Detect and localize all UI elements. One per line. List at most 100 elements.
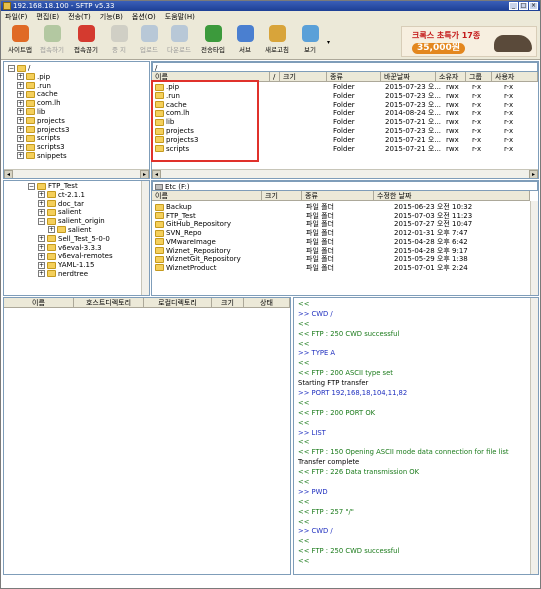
scroll-right-icon[interactable]: ▸ xyxy=(529,170,538,178)
expand-icon[interactable]: + xyxy=(38,252,45,260)
transfer-type-button[interactable]: 전송타입 xyxy=(198,25,228,58)
tree-item[interactable]: + salient xyxy=(18,208,113,217)
table-row[interactable]: Backup 파일 폴더 2015-06-23 오전 10:32 xyxy=(152,203,530,212)
tree-item[interactable]: + com.lh xyxy=(8,99,69,108)
tree-item-root[interactable]: − / xyxy=(8,64,69,73)
scroll-right-icon[interactable]: ▸ xyxy=(140,170,149,178)
refresh-button[interactable]: 새로고침 xyxy=(262,25,292,58)
table-row[interactable]: Wiznet_Repository 파일 폴더 2015-04-28 오후 9:17 xyxy=(152,247,530,256)
tree-item[interactable]: + scripts3 xyxy=(8,143,69,152)
menu-functions[interactable]: 기능(B) xyxy=(100,11,123,23)
table-row[interactable]: FTP_Test 파일 폴더 2015-07-03 오전 11:23 xyxy=(152,212,530,221)
menu-help[interactable]: 도움말(H) xyxy=(165,11,195,23)
stop-button[interactable]: 중 지 xyxy=(104,25,134,58)
tree-item[interactable]: + projects3 xyxy=(8,126,69,135)
local-file-list[interactable]: Etc (F:) 이름 크기 종류 수정한 날짜 Backup 파일 폴더 2015-06… xyxy=(151,180,539,296)
column-header[interactable]: 크기 xyxy=(280,72,327,82)
column-header[interactable]: 소유자 xyxy=(436,72,466,82)
disconnect-button[interactable]: 접속끊기 xyxy=(71,25,101,58)
expand-icon[interactable]: + xyxy=(17,152,24,160)
view-button[interactable]: 보기 xyxy=(295,25,325,58)
table-row[interactable]: GitHub_Repository 파일 폴더 2015-07-27 오전 10:4… xyxy=(152,220,530,229)
tree-item[interactable]: + .pip xyxy=(8,73,69,82)
table-row[interactable]: WiznetProduct 파일 폴더 2015-07-01 오후 2:24 xyxy=(152,264,530,273)
column-header[interactable]: 그룹 xyxy=(466,72,492,82)
column-header[interactable]: 이름 xyxy=(152,191,262,201)
log-panel[interactable]: << >> CWD / << << FTP : 250 CWD successful <… xyxy=(293,297,539,575)
scroll-left-icon[interactable]: ◂ xyxy=(152,170,161,178)
column-header[interactable]: / xyxy=(270,72,280,82)
tree-item[interactable]: + cache xyxy=(8,90,69,99)
collapse-icon[interactable]: − xyxy=(28,182,35,190)
tree-item[interactable]: + projects xyxy=(8,117,69,126)
expand-icon[interactable]: + xyxy=(38,235,45,243)
close-button[interactable]: × xyxy=(529,2,538,10)
expand-icon[interactable]: + xyxy=(17,73,24,81)
remote-list-hscroll[interactable]: ◂ ▸ xyxy=(152,169,538,178)
download-button[interactable]: 다운로드 xyxy=(164,25,194,58)
expand-icon[interactable]: + xyxy=(17,143,24,151)
column-header[interactable]: 호스트디렉토리 xyxy=(74,298,144,308)
tree-item[interactable]: − FTP_Test xyxy=(18,182,113,191)
server-button[interactable]: 서브 xyxy=(230,25,260,58)
column-header[interactable]: 사용자 xyxy=(492,72,538,82)
column-header[interactable]: 로컬디렉토리 xyxy=(144,298,212,308)
collapse-icon[interactable]: − xyxy=(38,217,45,225)
tree-item[interactable]: + nerdtree xyxy=(18,270,113,279)
column-header[interactable]: 수정한 날짜 xyxy=(374,191,530,201)
tree-item[interactable]: + snippets xyxy=(8,152,69,161)
expand-icon[interactable]: + xyxy=(48,226,55,234)
tree-item[interactable]: + v6eval-remotes xyxy=(18,252,113,261)
local-list-vscroll[interactable] xyxy=(530,201,538,295)
tree-item[interactable]: + doc_tar xyxy=(18,200,113,209)
ad-banner[interactable]: 크록스 초특가 17종 35,000원 xyxy=(401,26,537,57)
tree-item[interactable]: + .run xyxy=(8,82,69,91)
expand-icon[interactable]: + xyxy=(17,82,24,90)
menu-file[interactable]: 파일(F) xyxy=(5,11,27,23)
tree-item[interactable]: − salient_origin xyxy=(18,217,113,226)
tree-item[interactable]: + salient xyxy=(18,226,113,235)
expand-icon[interactable]: + xyxy=(38,244,45,252)
expand-icon[interactable]: + xyxy=(17,126,24,134)
menu-transfer[interactable]: 전송(T) xyxy=(68,11,91,23)
menu-options[interactable]: 옵션(O) xyxy=(132,11,156,23)
column-header[interactable]: 종류 xyxy=(302,191,374,201)
expand-icon[interactable]: + xyxy=(17,108,24,116)
menu-edit[interactable]: 편집(E) xyxy=(36,11,59,23)
view-dropdown-arrow-icon[interactable]: ▾ xyxy=(327,39,330,46)
tree-item[interactable]: + scripts xyxy=(8,134,69,143)
local-tree-vscroll[interactable] xyxy=(141,181,149,295)
transfer-queue[interactable]: 이름 호스트디렉토리 로컬디렉토리 크기 상태 xyxy=(3,297,291,575)
tree-item[interactable]: + lib xyxy=(8,108,69,117)
column-header[interactable]: 상태 xyxy=(244,298,290,308)
expand-icon[interactable]: + xyxy=(17,99,24,107)
remote-path[interactable]: / xyxy=(152,62,538,72)
column-header[interactable]: 크기 xyxy=(212,298,244,308)
expand-icon[interactable]: + xyxy=(17,117,24,125)
column-header[interactable]: 크기 xyxy=(262,191,302,201)
scroll-left-icon[interactable]: ◂ xyxy=(4,170,13,178)
maximize-button[interactable]: □ xyxy=(519,2,528,10)
drive-selector[interactable]: Etc (F:) xyxy=(152,181,538,191)
expand-icon[interactable]: + xyxy=(38,270,45,278)
column-header[interactable]: 바꾼날짜 xyxy=(381,72,436,82)
table-row[interactable]: VMwareImage 파일 폴더 2015-04-28 오후 6:42 xyxy=(152,238,530,247)
tree-item[interactable]: + YAML-1.15 xyxy=(18,261,113,270)
local-dir-tree[interactable]: − FTP_Test + ct-2.1.1 + doc_tar + salient − salie… xyxy=(3,180,150,296)
log-vscroll[interactable] xyxy=(530,298,538,574)
remote-dir-tree[interactable]: − / + .pip + .run + cache + com.lh + lib + projects + p… xyxy=(3,61,150,179)
expand-icon[interactable]: + xyxy=(17,90,24,98)
table-row[interactable]: WiznetGit_Repository 파일 폴더 2015-05-29 오후 1… xyxy=(152,255,530,264)
tree-item[interactable]: + v6eval-3.3.3 xyxy=(18,244,113,253)
upload-button[interactable]: 업로드 xyxy=(134,25,164,58)
expand-icon[interactable]: + xyxy=(38,191,45,199)
table-row[interactable]: SVN_Repo 파일 폴더 2012-01-31 오후 7:47 xyxy=(152,229,530,238)
connect-button[interactable]: 접속하기 xyxy=(37,25,67,58)
column-header[interactable]: 이름 xyxy=(4,298,74,308)
expand-icon[interactable]: + xyxy=(38,200,45,208)
expand-icon[interactable]: + xyxy=(38,208,45,216)
tree-item[interactable]: + Sell_Test_5-0-0 xyxy=(18,235,113,244)
collapse-icon[interactable]: − xyxy=(8,64,15,72)
expand-icon[interactable]: + xyxy=(17,134,24,142)
sitemap-button[interactable]: 사이트맵 xyxy=(5,25,35,58)
